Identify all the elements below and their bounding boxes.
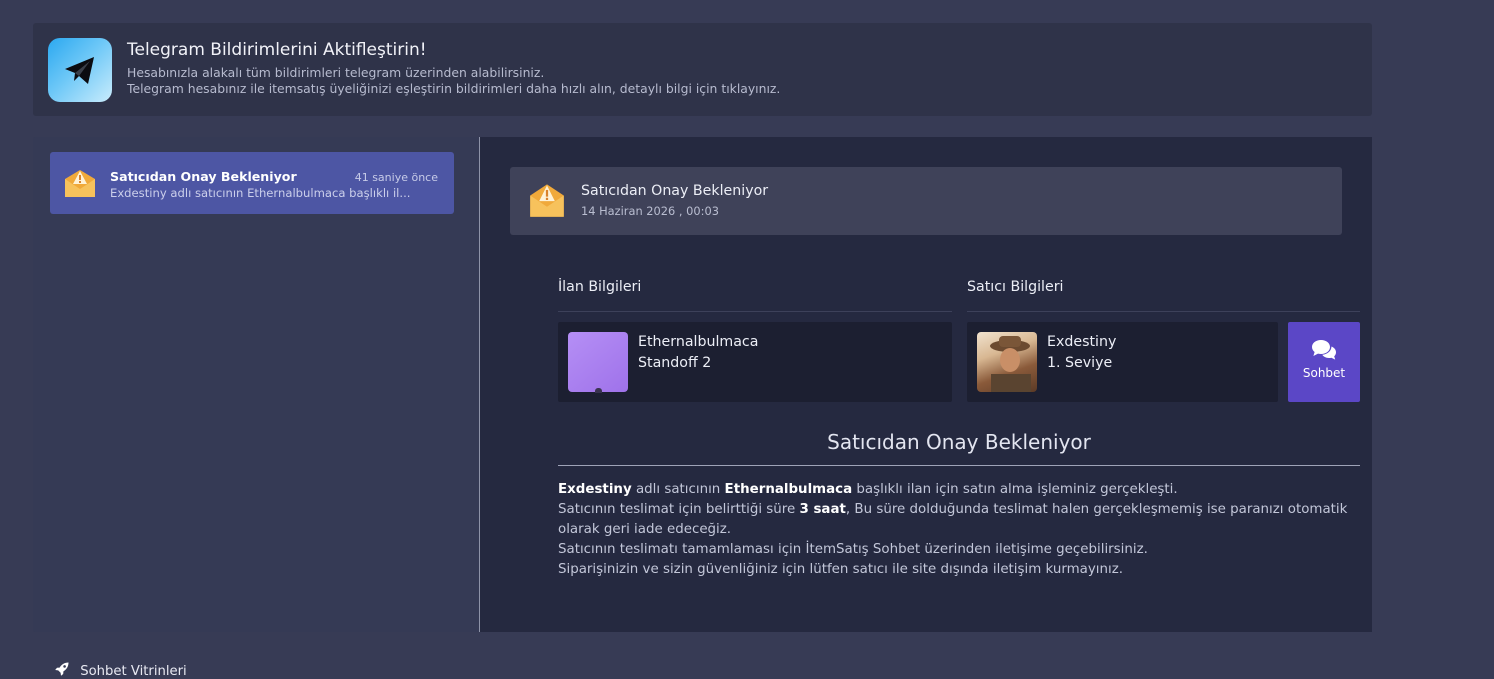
notification-title: Satıcıdan Onay Bekleniyor xyxy=(110,169,297,184)
status-message: Exdestiny adlı satıcının Ethernalbulmaca… xyxy=(558,480,1366,580)
chat-button[interactable]: Sohbet xyxy=(1288,322,1360,402)
envelope-warning-icon xyxy=(528,181,566,223)
listing-section-divider xyxy=(558,311,952,312)
rocket-icon xyxy=(55,662,69,676)
listing-card[interactable]: Ethernalbulmaca Standoff 2 xyxy=(558,322,952,402)
listing-name: Ethernalbulmaca xyxy=(638,334,759,350)
seller-name: Exdestiny xyxy=(1047,334,1117,350)
message-line: Satıcının teslimatı tamamlaması için İte… xyxy=(558,542,1148,557)
chat-bubbles-icon xyxy=(1312,340,1336,360)
notification-item[interactable]: Satıcıdan Onay Bekleniyor 41 saniye önce… xyxy=(50,152,454,214)
message-seller-name: Exdestiny xyxy=(558,482,632,497)
notification-detail: Satıcıdan Onay Bekleniyor 14 Haziran 202… xyxy=(480,137,1372,632)
banner-title: Telegram Bildirimlerini Aktifleştirin! xyxy=(127,40,427,60)
telegram-icon xyxy=(48,38,112,102)
listing-section-title: İlan Bilgileri xyxy=(558,279,642,295)
listing-thumbnail xyxy=(568,332,628,393)
seller-level: 1. Seviye xyxy=(1047,355,1113,371)
message-line: Exdestiny adlı satıcının Ethernalbulmaca… xyxy=(558,480,1366,500)
banner-description: Hesabınızla alakalı tüm bildirimleri tel… xyxy=(127,65,545,80)
message-text: adlı satıcının xyxy=(631,482,725,497)
message-text: , Bu süre dolduğunda teslimat halen gerç… xyxy=(845,502,1348,517)
detail-date: 14 Haziran 2026 , 00:03 xyxy=(581,204,719,218)
notifications-panel: Satıcıdan Onay Bekleniyor 41 saniye önce… xyxy=(33,137,1372,632)
message-listing-name: Ethernalbulmaca xyxy=(724,482,853,497)
message-text: başlıklı ilan için satın alma işleminiz … xyxy=(852,482,1178,497)
seller-card[interactable]: Exdestiny 1. Seviye xyxy=(967,322,1278,402)
banner-description-link[interactable]: Telegram hesabınız ile itemsatış üyeliği… xyxy=(127,81,780,96)
detail-title: Satıcıdan Onay Bekleniyor xyxy=(581,183,769,199)
message-text: Satıcının teslimat için belirttiği süre xyxy=(558,502,800,517)
chat-button-label: Sohbet xyxy=(1302,366,1346,380)
seller-avatar xyxy=(977,332,1037,392)
telegram-banner[interactable]: Telegram Bildirimlerini Aktifleştirin! H… xyxy=(33,23,1372,116)
message-line: Satıcının teslimat için belirttiği süre … xyxy=(558,500,1366,520)
status-divider xyxy=(558,465,1360,466)
envelope-warning-icon xyxy=(63,167,97,203)
seller-section-divider xyxy=(967,311,1360,312)
seller-section-title: Satıcı Bilgileri xyxy=(967,279,1064,295)
chat-showcase-link[interactable]: Sohbet Vitrinleri xyxy=(54,661,187,679)
status-title: Satıcıdan Onay Bekleniyor xyxy=(827,430,1091,454)
message-line: olarak geri iade edeceğiz. xyxy=(558,522,732,537)
message-duration: 3 saat xyxy=(799,502,846,517)
chat-showcase-label: Sohbet Vitrinleri xyxy=(80,664,187,679)
message-line: Siparişinizin ve sizin güvenliğiniz için… xyxy=(558,562,1124,577)
listing-game: Standoff 2 xyxy=(638,355,712,371)
notification-preview: Exdestiny adlı satıcının Ethernalbulmaca… xyxy=(110,186,411,200)
notification-time: 41 saniye önce xyxy=(354,171,438,184)
detail-header: Satıcıdan Onay Bekleniyor 14 Haziran 202… xyxy=(510,167,1342,235)
